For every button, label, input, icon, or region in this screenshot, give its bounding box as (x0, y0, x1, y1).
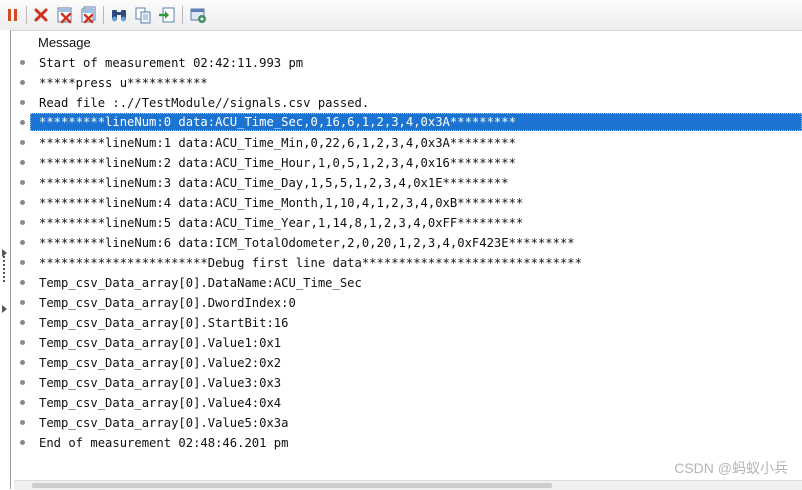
message-text: *********lineNum:5 data:ACU_Time_Year,1,… (39, 216, 524, 230)
row-bullet-icon (20, 380, 25, 385)
watermark: CSDN @蚂蚁小兵 (674, 460, 788, 476)
message-text: Temp_csv_Data_array[0].Value4:0x4 (39, 396, 282, 410)
message-row[interactable]: *********lineNum:4 data:ACU_Time_Month,1… (14, 193, 802, 213)
splitter-grip-icon[interactable] (2, 256, 7, 289)
message-row[interactable]: Temp_csv_Data_array[0].Value2:0x2 (14, 353, 802, 373)
row-bullet-icon (20, 60, 25, 65)
row-bullet-icon (20, 120, 25, 125)
row-bullet-icon (20, 220, 25, 225)
row-bullet-icon (20, 320, 25, 325)
message-list[interactable]: Message Start of measurement 02:42:11.99… (14, 31, 802, 479)
message-text: Temp_csv_Data_array[0].DataName:ACU_Time… (39, 276, 362, 290)
toolbar-separator (26, 6, 27, 24)
message-row[interactable]: *********lineNum:1 data:ACU_Time_Min,0,2… (14, 133, 802, 153)
message-row[interactable]: Temp_csv_Data_array[0].DwordIndex:0 (14, 293, 802, 313)
message-row[interactable]: Temp_csv_Data_array[0].Value5:0x3a (14, 413, 802, 433)
row-bullet-icon (20, 180, 25, 185)
row-bullet-icon (20, 340, 25, 345)
row-bullet-icon (20, 160, 25, 165)
message-text: *********lineNum:3 data:ACU_Time_Day,1,5… (39, 176, 509, 190)
message-text: Temp_csv_Data_array[0].Value5:0x3a (39, 416, 289, 430)
copy-icon[interactable] (134, 6, 152, 24)
row-bullet-icon (20, 140, 25, 145)
message-row[interactable]: *********lineNum:3 data:ACU_Time_Day,1,5… (14, 173, 802, 193)
scrollbar-thumb[interactable] (32, 483, 552, 488)
message-text: *********lineNum:0 data:ACU_Time_Sec,0,1… (39, 115, 516, 129)
clear-icon[interactable] (56, 6, 74, 24)
pause-icon[interactable] (4, 6, 22, 24)
message-row[interactable]: *********lineNum:2 data:ACU_Time_Hour,1,… (14, 153, 802, 173)
message-text: ***********************Debug first line … (39, 256, 582, 270)
message-row[interactable]: Start of measurement 02:42:11.993 pm (14, 53, 802, 73)
message-row[interactable]: Read file :.//TestModule//signals.csv pa… (14, 93, 802, 113)
delete-icon[interactable] (32, 6, 50, 24)
message-row[interactable]: *********lineNum:6 data:ICM_TotalOdomete… (14, 233, 802, 253)
message-row[interactable]: Temp_csv_Data_array[0].Value1:0x1 (14, 333, 802, 353)
message-text: *********lineNum:2 data:ACU_Time_Hour,1,… (39, 156, 516, 170)
config-icon[interactable] (189, 6, 207, 24)
message-text: Temp_csv_Data_array[0].StartBit:16 (39, 316, 289, 330)
row-bullet-icon (20, 440, 25, 445)
message-row[interactable]: Temp_csv_Data_array[0].StartBit:16 (14, 313, 802, 333)
toolbar (0, 0, 802, 31)
row-bullet-icon (20, 240, 25, 245)
message-row[interactable]: *********lineNum:0 data:ACU_Time_Sec,0,1… (14, 113, 802, 133)
message-text: *********lineNum:1 data:ACU_Time_Min,0,2… (39, 136, 516, 150)
message-text: End of measurement 02:48:46.201 pm (39, 436, 289, 450)
splitter-arrow-icon[interactable] (2, 300, 7, 318)
message-text: *********lineNum:6 data:ICM_TotalOdomete… (39, 236, 575, 250)
splitter-gutter[interactable] (0, 30, 11, 489)
message-text: *****press u*********** (39, 76, 208, 90)
message-text: Temp_csv_Data_array[0].Value3:0x3 (39, 376, 282, 390)
message-text: Temp_csv_Data_array[0].DwordIndex:0 (39, 296, 296, 310)
message-text: Read file :.//TestModule//signals.csv pa… (39, 96, 370, 110)
toolbar-separator (103, 6, 104, 24)
message-text: Temp_csv_Data_array[0].Value2:0x2 (39, 356, 282, 370)
message-text: Temp_csv_Data_array[0].Value1:0x1 (39, 336, 282, 350)
message-row[interactable]: ***********************Debug first line … (14, 253, 802, 273)
clear-all-icon[interactable] (80, 6, 98, 24)
message-row[interactable]: End of measurement 02:48:46.201 pm (14, 433, 802, 453)
toolbar-separator (182, 6, 183, 24)
find-icon[interactable] (110, 6, 128, 24)
row-bullet-icon (20, 200, 25, 205)
message-row[interactable]: Temp_csv_Data_array[0].Value3:0x3 (14, 373, 802, 393)
message-row[interactable]: Temp_csv_Data_array[0].Value4:0x4 (14, 393, 802, 413)
column-header-message[interactable]: Message (38, 35, 91, 51)
message-text: Start of measurement 02:42:11.993 pm (39, 56, 304, 70)
row-bullet-icon (20, 80, 25, 85)
row-bullet-icon (20, 420, 25, 425)
row-bullet-icon (20, 300, 25, 305)
row-bullet-icon (20, 400, 25, 405)
message-row[interactable]: *********lineNum:5 data:ACU_Time_Year,1,… (14, 213, 802, 233)
message-text: *********lineNum:4 data:ACU_Time_Month,1… (39, 196, 524, 210)
message-row[interactable]: Temp_csv_Data_array[0].DataName:ACU_Time… (14, 273, 802, 293)
row-bullet-icon (20, 280, 25, 285)
message-row[interactable]: *****press u*********** (14, 73, 802, 93)
row-bullet-icon (20, 360, 25, 365)
row-bullet-icon (20, 100, 25, 105)
export-icon[interactable] (158, 6, 176, 24)
row-bullet-icon (20, 260, 25, 265)
